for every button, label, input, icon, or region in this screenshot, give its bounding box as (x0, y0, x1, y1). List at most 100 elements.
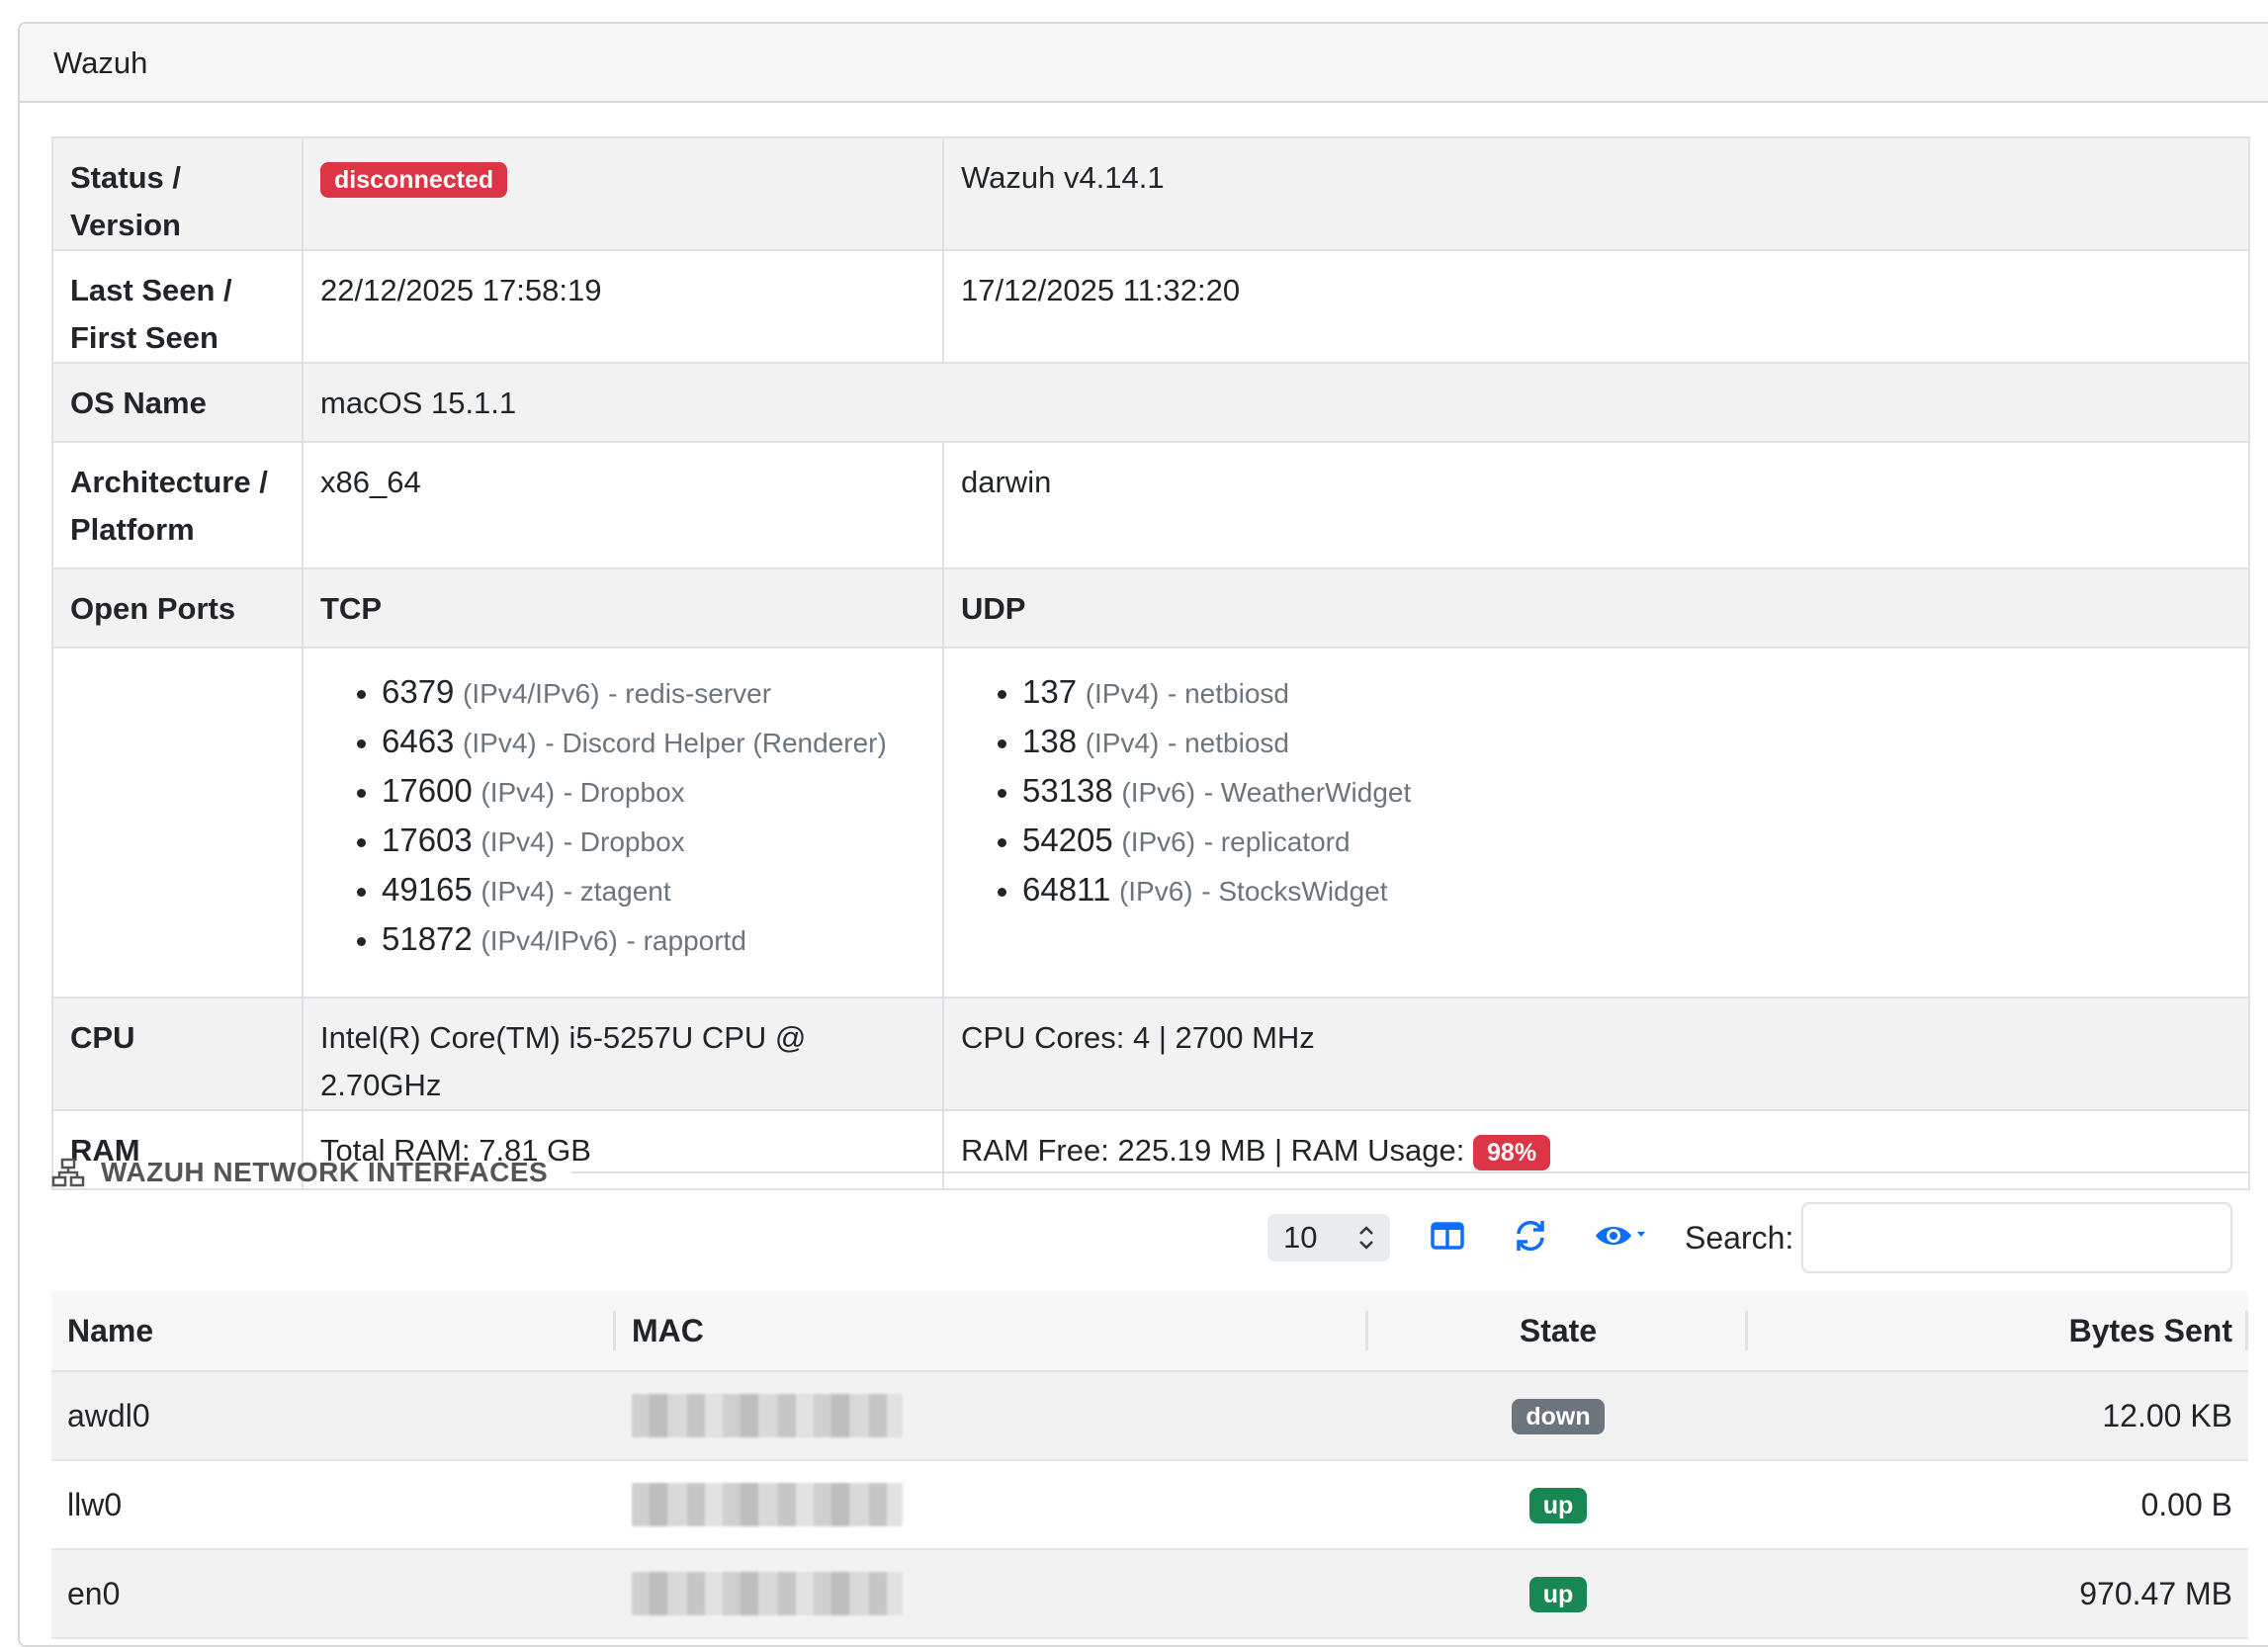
status-badge: disconnected (320, 161, 508, 198)
port-process: - Dropbox (563, 826, 685, 857)
tcp-cell: 6379 (IPv4/IPv6) - redis-server6463 (IPv… (302, 647, 944, 998)
port-process: - StocksWidget (1201, 876, 1388, 907)
tcp-port-item: 17603 (IPv4) - Dropbox (382, 817, 925, 866)
first-seen-value: 17/12/2025 11:32:20 (942, 249, 2250, 364)
tcp-port-item: 6463 (IPv4) - Discord Helper (Renderer) (382, 718, 925, 767)
eye-icon[interactable] (1594, 1216, 1653, 1256)
platform-value: darwin (942, 441, 2250, 569)
cpu-label: CPU (51, 997, 304, 1111)
interface-name: awdl0 (51, 1371, 616, 1461)
arch-label-line2: Platform (70, 512, 195, 547)
page-length-value: 10 (1283, 1220, 1318, 1255)
table-body: awdl0 down 12.00 KB llw0 up 0.00 Ben0 up 970.47… (51, 1371, 2248, 1639)
state-badge: up (1528, 1488, 1588, 1524)
row-ports-header: Open Ports TCP UDP (51, 567, 2250, 649)
state-cell: down (1368, 1371, 1748, 1461)
seen-label: Last Seen / First Seen (51, 249, 304, 364)
agent-info-table: Status / Version disconnected Wazuh v4.1… (51, 136, 2250, 1190)
port-protocol: (IPv4) (480, 826, 556, 857)
row-ports-list: 6379 (IPv4/IPv6) - redis-server6463 (IPv… (51, 647, 2250, 998)
status-cell: disconnected (302, 136, 944, 251)
port-number: 6379 (382, 673, 455, 710)
udp-port-item: 64811 (IPv6) - StocksWidget (1022, 866, 2231, 915)
udp-label: UDP (942, 567, 2250, 649)
port-number: 51872 (382, 920, 473, 957)
port-number: 17603 (382, 822, 473, 858)
port-number: 64811 (1022, 871, 1111, 908)
tcp-port-item: 6379 (IPv4/IPv6) - redis-server (382, 668, 925, 718)
column-header-mac[interactable]: MAC (616, 1291, 1368, 1372)
card-header: Wazuh (20, 24, 2268, 103)
port-number: 17600 (382, 772, 473, 809)
os-label: OS Name (51, 362, 304, 443)
column-header-bytes-sent[interactable]: Bytes Sent (1748, 1291, 2248, 1372)
column-visibility-icon[interactable] (1428, 1216, 1467, 1256)
state-badge: down (1512, 1399, 1605, 1435)
status-label: Status / Version (51, 136, 304, 251)
port-process: - rapportd (626, 925, 746, 956)
page-length-select[interactable]: 10 (1267, 1214, 1390, 1261)
state-badge: up (1528, 1577, 1588, 1613)
tcp-label: TCP (302, 567, 944, 649)
column-header-state[interactable]: State (1368, 1291, 1748, 1372)
udp-port-item: 54205 (IPv6) - replicatord (1022, 817, 2231, 866)
search-input[interactable] (1801, 1202, 2232, 1273)
port-number: 53138 (1022, 772, 1113, 809)
port-process: - WeatherWidget (1203, 777, 1412, 808)
port-protocol: (IPv4/IPv6) (463, 678, 600, 709)
tcp-port-item: 49165 (IPv4) - ztagent (382, 866, 925, 915)
udp-port-item: 138 (IPv4) - netbiosd (1022, 718, 2231, 767)
row-os: OS Name macOS 15.1.1 (51, 362, 2250, 443)
row-seen: Last Seen / First Seen 22/12/2025 17:58:… (51, 249, 2250, 364)
chevron-updown-icon (1359, 1226, 1373, 1250)
port-protocol: (IPv4) (463, 728, 537, 758)
table-row: awdl0 down 12.00 KB (51, 1371, 2248, 1461)
mac-redacted (632, 1572, 903, 1615)
network-interfaces-table: Name MAC State Bytes Sent awdl0 down 12.00… (51, 1291, 2248, 1639)
table-toolbar: 10 Search: (0, 1202, 2268, 1277)
ports-label: Open Ports (51, 567, 304, 649)
udp-cell: 137 (IPv4) - netbiosd138 (IPv4) - netbio… (942, 647, 2250, 998)
arch-label-line1: Architecture / (70, 465, 268, 499)
row-status: Status / Version disconnected Wazuh v4.1… (51, 136, 2250, 251)
bytes-sent-value: 0.00 B (1748, 1460, 2248, 1550)
table-header-row: Name MAC State Bytes Sent (51, 1291, 2248, 1372)
cpu-model-value: Intel(R) Core(TM) i5-5257U CPU @ 2.70GHz (302, 997, 944, 1111)
udp-port-item: 137 (IPv4) - netbiosd (1022, 668, 2231, 718)
last-seen-value: 22/12/2025 17:58:19 (302, 249, 944, 364)
mac-redacted (632, 1394, 903, 1437)
port-number: 137 (1022, 673, 1078, 710)
search-label: Search: (1685, 1220, 1794, 1256)
network-section-header: WAZUH NETWORK INTERFACES (51, 1153, 2248, 1192)
tcp-port-item: 17600 (IPv4) - Dropbox (382, 767, 925, 817)
arch-label: Architecture / Platform (51, 441, 304, 569)
port-protocol: (IPv4) (1085, 678, 1160, 709)
port-process: - Dropbox (563, 777, 685, 808)
column-header-name[interactable]: Name (51, 1291, 616, 1372)
port-process: - Discord Helper (Renderer) (545, 728, 887, 758)
tcp-port-item: 51872 (IPv4/IPv6) - rapportd (382, 915, 925, 965)
version-value: Wazuh v4.14.1 (942, 136, 2250, 251)
port-number: 49165 (382, 871, 473, 908)
os-name-value: macOS 15.1.1 (302, 362, 2250, 443)
port-protocol: (IPv6) (1121, 826, 1196, 857)
port-number: 54205 (1022, 822, 1113, 858)
port-process: - redis-server (608, 678, 772, 709)
udp-port-item: 53138 (IPv6) - WeatherWidget (1022, 767, 2231, 817)
ports-empty-cell (51, 647, 304, 998)
section-divider (571, 1171, 2248, 1173)
refresh-icon[interactable] (1511, 1216, 1550, 1256)
port-protocol: (IPv4) (480, 876, 556, 907)
state-cell: up (1368, 1460, 1748, 1550)
mac-cell (616, 1371, 1368, 1461)
port-protocol: (IPv4) (1085, 728, 1160, 758)
mac-redacted (632, 1483, 903, 1526)
architecture-value: x86_64 (302, 441, 944, 569)
udp-port-list: 137 (IPv4) - netbiosd138 (IPv4) - netbio… (961, 668, 2231, 915)
port-process: - replicatord (1203, 826, 1351, 857)
port-protocol: (IPv6) (1121, 777, 1196, 808)
port-number: 138 (1022, 723, 1078, 759)
cpu-cores-value: CPU Cores: 4 | 2700 MHz (942, 997, 2250, 1111)
port-protocol: (IPv4) (480, 777, 556, 808)
network-icon (51, 1158, 85, 1187)
